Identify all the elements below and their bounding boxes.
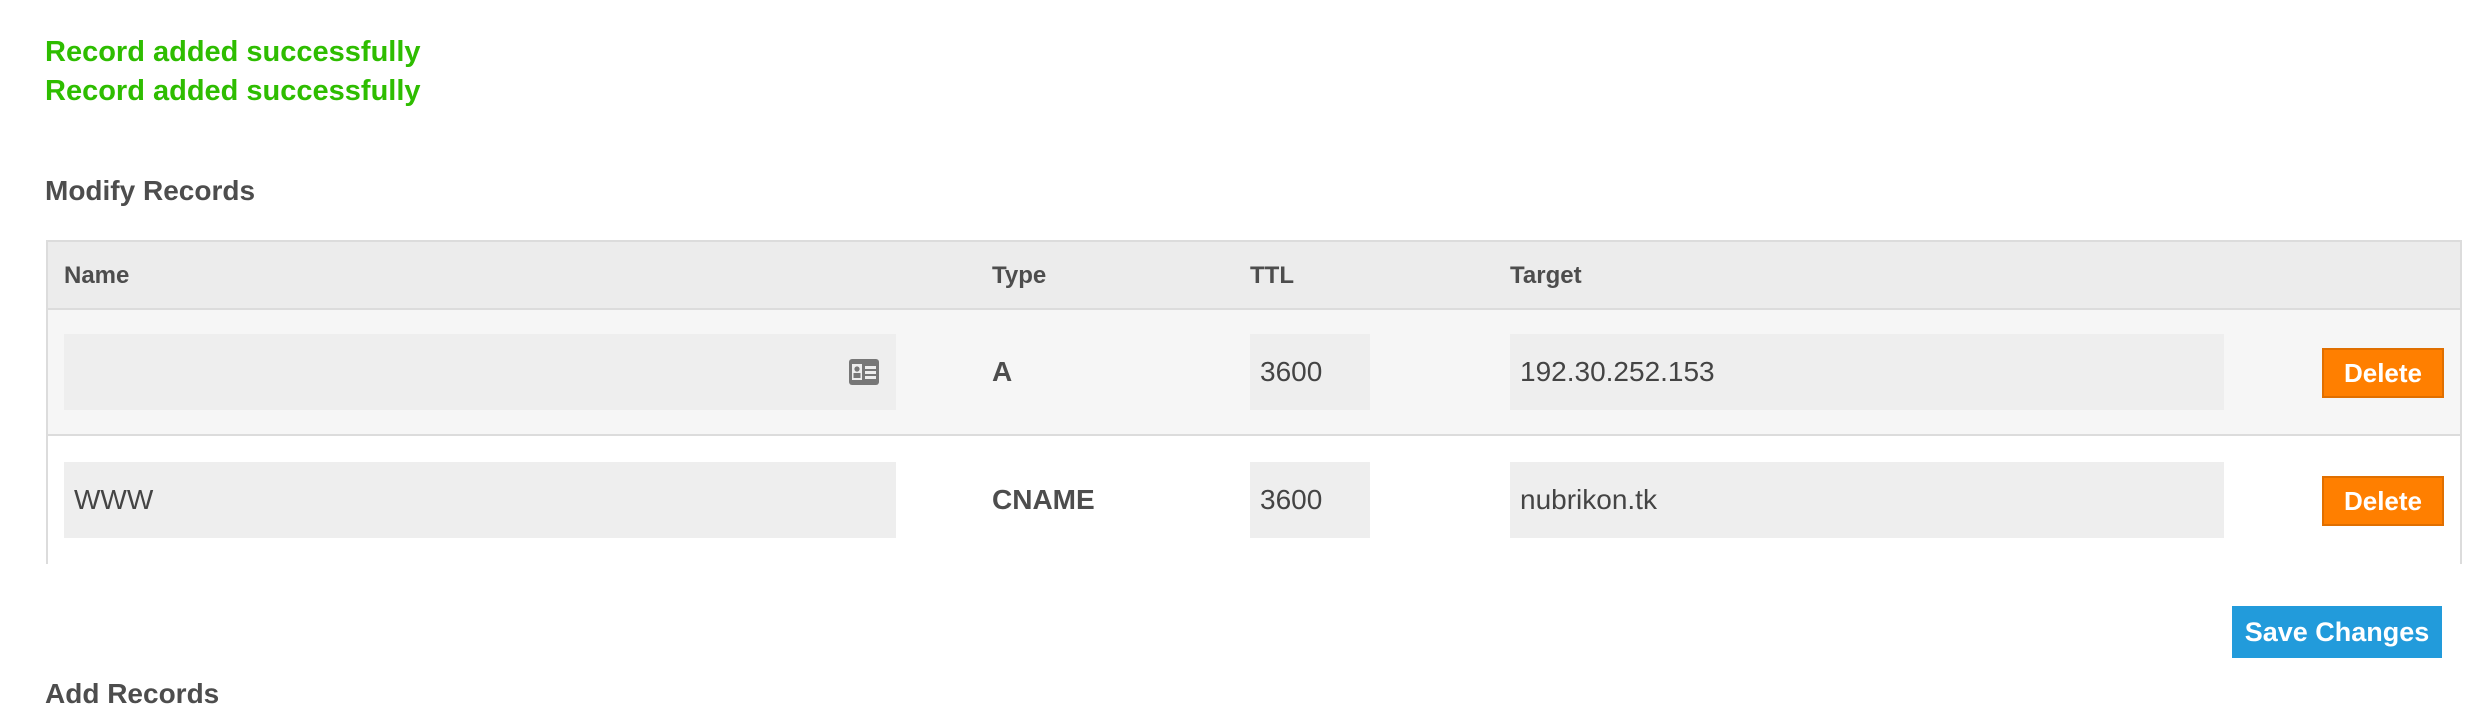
table-row: WWW CNAME 3600 nubrikon.tk Delete xyxy=(48,438,2460,564)
column-header-target: Target xyxy=(1510,262,1582,289)
record-ttl-input[interactable]: 3600 xyxy=(1250,462,1370,538)
delete-button[interactable]: Delete xyxy=(2322,348,2444,398)
record-type: A xyxy=(992,356,1013,387)
success-message: Record added successfully xyxy=(45,75,421,107)
record-name-input[interactable]: WWW xyxy=(64,462,896,538)
record-ttl-input[interactable]: 3600 xyxy=(1250,334,1370,410)
contact-card-icon[interactable] xyxy=(848,358,880,386)
record-name-input[interactable] xyxy=(64,334,896,410)
success-message: Record added successfully xyxy=(45,36,421,68)
table-header: Name Type TTL Target xyxy=(48,242,2460,310)
dns-records-page: Record added successfully Record added s… xyxy=(0,0,2480,704)
record-type: CNAME xyxy=(992,484,1095,515)
delete-button[interactable]: Delete xyxy=(2322,476,2444,526)
save-changes-button[interactable]: Save Changes xyxy=(2232,606,2442,658)
modify-records-table: Name Type TTL Target A 3600 192.30.252.1… xyxy=(46,240,2462,564)
column-header-type: Type xyxy=(992,262,1047,289)
modify-records-title: Modify Records xyxy=(45,175,256,206)
column-header-ttl: TTL xyxy=(1250,262,1294,289)
record-target-input[interactable]: nubrikon.tk xyxy=(1510,462,2224,538)
record-target-input[interactable]: 192.30.252.153 xyxy=(1510,334,2224,410)
add-records-title: Add Records xyxy=(45,678,220,704)
column-header-name: Name xyxy=(64,262,130,289)
table-row: A 3600 192.30.252.153 Delete xyxy=(48,310,2460,436)
